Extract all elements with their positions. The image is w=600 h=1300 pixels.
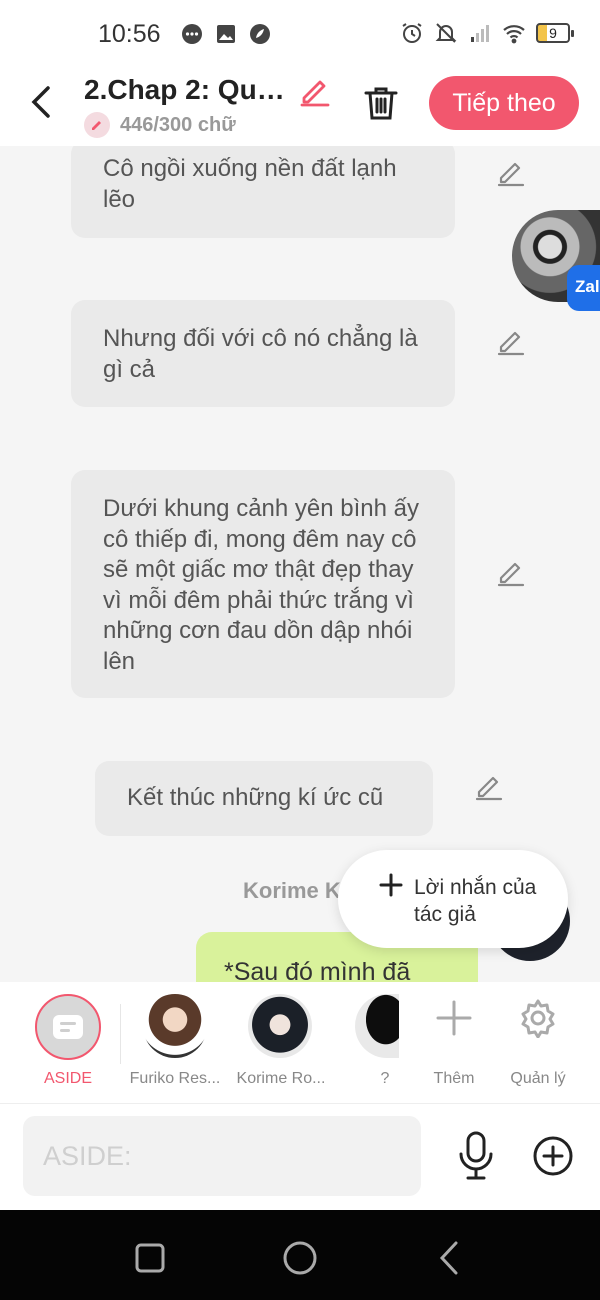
message-bubble[interactable]: Kết thúc những kí ức cũ — [95, 761, 433, 836]
word-count-row: 446/300 chữ — [84, 112, 236, 138]
editor-header: 2.Chap 2: Quá khứ 446/300 chữ Tiếp theo — [0, 70, 600, 146]
input-bar — [0, 1104, 600, 1210]
back-nav-icon[interactable] — [430, 1238, 470, 1278]
edit-message-button[interactable] — [495, 156, 527, 188]
add-character-label[interactable]: Thêm — [424, 1070, 484, 1088]
battery-indicator: 9 — [536, 23, 574, 43]
word-count: 446/300 chữ — [120, 113, 236, 136]
wifi-icon — [502, 21, 526, 45]
status-time: 10:56 — [98, 20, 161, 48]
character-avatar-furiko[interactable] — [143, 994, 207, 1058]
pencil-icon — [497, 331, 525, 356]
messenger-icon — [180, 22, 204, 46]
pencil-icon — [300, 80, 330, 107]
speaker-name: Korime K — [243, 878, 341, 903]
add-character-icon[interactable] — [434, 998, 474, 1038]
home-icon[interactable] — [280, 1238, 320, 1278]
character-avatar-unknown[interactable] — [355, 994, 399, 1058]
author-note-label: Lời nhắn của tác giả — [414, 876, 537, 926]
edit-message-button[interactable] — [495, 556, 527, 588]
plus-icon — [379, 873, 403, 897]
divider — [120, 1004, 121, 1064]
gear-icon[interactable] — [518, 998, 558, 1038]
pencil-icon — [497, 562, 525, 587]
recents-icon[interactable] — [130, 1238, 170, 1278]
bell-muted-icon — [434, 21, 458, 45]
status-bar: 10:56 9 — [0, 0, 600, 70]
system-icons: 9 — [400, 21, 574, 45]
edit-message-button[interactable] — [473, 770, 505, 802]
edit-title-button[interactable] — [298, 74, 332, 108]
microphone-icon[interactable] — [455, 1130, 497, 1182]
alarm-icon — [400, 21, 424, 45]
add-circle-icon[interactable] — [531, 1134, 575, 1178]
story-chat-area[interactable]: Cô ngồi xuống nền đất lạnh lẽo Nhưng đối… — [0, 146, 600, 982]
delete-button[interactable] — [362, 84, 400, 122]
character-bar: ASIDE Furiko Res... Korime Ro... ? Thêm … — [0, 982, 600, 1104]
edit-message-button[interactable] — [495, 325, 527, 357]
character-label: ? — [380, 1070, 390, 1087]
message-bubble[interactable]: Nhưng đối với cô nó chẳng là gì cả — [71, 300, 455, 407]
character-avatar-korime[interactable] — [248, 994, 312, 1058]
back-button[interactable] — [22, 82, 62, 122]
message-bubble[interactable]: Cô ngồi xuống nền đất lạnh lẽo — [71, 146, 455, 238]
next-button[interactable]: Tiếp theo — [429, 76, 579, 130]
pencil-icon — [475, 776, 503, 801]
message-bubble[interactable]: Dưới khung cảnh yên bình ấy cô thiếp đi,… — [71, 470, 455, 698]
character-label: ASIDE — [43, 1070, 92, 1087]
chevron-left-icon — [31, 86, 50, 118]
zalo-badge: Zal — [567, 265, 600, 311]
app-notification-icon — [248, 22, 272, 46]
notification-icons — [180, 22, 272, 46]
author-note-button[interactable]: Lời nhắn của tác giả — [338, 850, 568, 948]
manage-label[interactable]: Quản lý — [503, 1070, 573, 1088]
system-navigation-bar — [0, 1210, 600, 1300]
aside-character-button[interactable] — [35, 994, 101, 1060]
chapter-title[interactable]: 2.Chap 2: Quá khứ — [84, 74, 294, 106]
pencil-icon — [497, 162, 525, 187]
signal-icon — [468, 21, 492, 45]
character-label: Korime Ro... — [236, 1070, 326, 1087]
pencil-badge-icon — [84, 112, 110, 138]
aside-text-input[interactable] — [23, 1116, 421, 1196]
gallery-icon — [214, 22, 238, 46]
trash-icon — [364, 87, 398, 120]
aside-icon — [53, 1015, 83, 1039]
character-label: Furiko Res... — [129, 1070, 221, 1087]
